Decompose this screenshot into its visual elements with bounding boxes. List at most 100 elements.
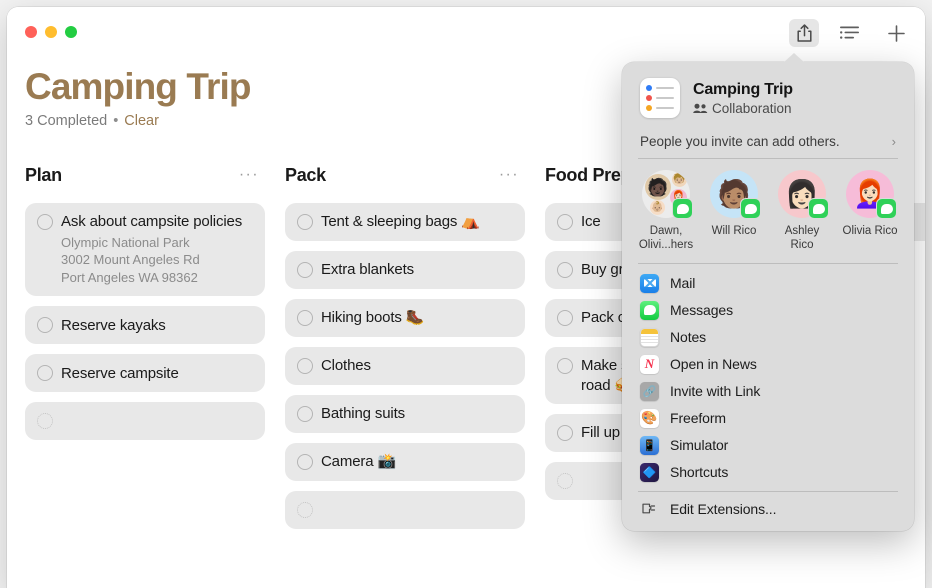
list-view-icon [840, 26, 859, 39]
mail-icon [640, 273, 659, 293]
column-more-button[interactable]: ··· [239, 167, 259, 183]
complete-circle-icon[interactable] [297, 310, 313, 326]
share-menu-item[interactable]: 📱 Simulator [622, 432, 914, 459]
reminder-row[interactable]: Reserve campsite [25, 354, 265, 393]
reminder-title: Tent & sleeping bags ⛺ [321, 213, 480, 231]
column-title: Food Prep [545, 164, 632, 185]
extensions-icon [640, 499, 659, 518]
reminder-title: Clothes [321, 357, 371, 375]
popover-item-subtitle: Collaboration [712, 100, 792, 116]
traffic-lights [25, 26, 77, 38]
freeform-icon: 🎨 [640, 408, 659, 428]
new-reminder-row[interactable] [25, 402, 265, 441]
close-button[interactable] [25, 26, 37, 38]
column-pack: Pack ··· Tent & sleeping bags ⛺ Extra blank… [285, 162, 545, 588]
complete-circle-icon[interactable] [297, 214, 313, 230]
complete-circle-icon[interactable] [37, 317, 53, 334]
new-reminder-row[interactable] [285, 491, 525, 529]
popover-divider [638, 263, 898, 264]
popover-divider-bottom [638, 490, 898, 492]
screen: Camping Trip 3 Completed • Clear Plan ···… [0, 0, 932, 588]
complete-circle-icon[interactable] [297, 262, 313, 278]
reminder-row[interactable]: Camera 📸 [285, 443, 525, 481]
people-row: 🧑🏿 🧒🏼 👩🏻‍🦰 👶🏼 Dawn, Olivi...hers 🧑🏽 Will Rico 👩… [622, 159, 914, 258]
share-menu-label: Open in News [670, 356, 757, 373]
share-menu-list: Mail Messages Notes N Open in News 🔗 Invite wi… [622, 268, 914, 486]
share-menu-item[interactable]: Notes [622, 324, 914, 351]
reminder-title: Ask about campsite policies [61, 213, 243, 230]
share-menu-item[interactable]: Mail [622, 270, 914, 297]
reminder-row[interactable]: Clothes [285, 347, 525, 385]
page-title: Camping Trip [25, 66, 252, 107]
reminders-app-icon [640, 78, 680, 118]
complete-circle-icon[interactable] [297, 406, 313, 422]
popover-header: Camping Trip Collaboration [622, 72, 914, 122]
share-popover: Camping Trip Collaboration People you in… [622, 53, 914, 532]
complete-circle-icon[interactable] [297, 358, 313, 374]
news-icon: N [640, 354, 659, 374]
permission-row[interactable]: People you invite can add others. › [638, 131, 898, 159]
complete-circle-icon[interactable] [557, 262, 573, 278]
list-header: Camping Trip 3 Completed • Clear [25, 66, 252, 129]
shortcuts-icon: 🔷 [640, 462, 659, 482]
share-menu-item[interactable]: Messages [622, 297, 914, 324]
complete-circle-icon[interactable] [557, 310, 573, 326]
chevron-right-icon: › [891, 134, 896, 149]
share-person[interactable]: 🧑🏽 Will Rico [700, 170, 768, 252]
person-name: Dawn, Olivi...hers [638, 225, 694, 252]
share-person[interactable]: 👩🏻‍🦰 Olivia Rico [836, 170, 904, 252]
completed-count: 3 Completed [25, 113, 108, 130]
reminder-title: Camera 📸 [321, 453, 396, 471]
edit-extensions-label: Edit Extensions... [670, 500, 777, 517]
complete-circle-icon[interactable] [297, 454, 313, 470]
simulator-icon: 📱 [640, 435, 659, 455]
messages-badge-icon [876, 198, 897, 219]
toolbar [789, 19, 911, 47]
complete-circle-icon[interactable] [557, 214, 573, 230]
complete-circle-icon[interactable] [37, 365, 53, 382]
complete-circle-icon[interactable] [557, 473, 573, 489]
complete-circle-icon[interactable] [297, 502, 313, 518]
notes-icon [640, 327, 659, 347]
share-menu-item[interactable]: 🔷 Shortcuts [622, 459, 914, 486]
list-subtitle: 3 Completed • Clear [25, 113, 251, 129]
reminder-row[interactable]: Ask about campsite policies Olympic Natio… [25, 203, 265, 297]
clear-completed-link[interactable]: Clear [124, 113, 159, 129]
reminder-row[interactable]: Extra blankets [285, 251, 525, 289]
share-menu-label: Mail [670, 275, 696, 292]
messages-icon [640, 300, 659, 320]
messages-badge-icon [808, 198, 829, 219]
person-name: Will Rico [711, 225, 757, 237]
add-reminder-button[interactable] [881, 19, 911, 47]
reminder-row[interactable]: Bathing suits [285, 395, 525, 433]
edit-extensions-item[interactable]: Edit Extensions... [622, 495, 914, 522]
messages-badge-icon [740, 198, 761, 219]
complete-circle-icon[interactable] [557, 358, 573, 374]
link-icon: 🔗 [640, 381, 659, 401]
share-menu-item[interactable]: 🔗 Invite with Link [622, 378, 914, 405]
complete-circle-icon[interactable] [37, 214, 53, 230]
plus-icon [887, 24, 905, 42]
zoom-button[interactable] [65, 26, 77, 38]
share-person[interactable]: 👩🏻 Ashley Rico [768, 170, 836, 252]
reminder-title: Bathing suits [321, 405, 405, 423]
share-menu-label: Freeform [670, 410, 726, 427]
share-person[interactable]: 🧑🏿 🧒🏼 👩🏻‍🦰 👶🏼 Dawn, Olivi...hers [632, 170, 700, 252]
share-button[interactable] [789, 19, 819, 47]
reminder-row[interactable]: Hiking boots 🥾 [285, 299, 525, 337]
share-menu-item[interactable]: 🎨 Freeform [622, 405, 914, 432]
messages-badge-icon [672, 198, 693, 219]
column-more-button[interactable]: ··· [499, 167, 519, 183]
reminder-row[interactable]: Reserve kayaks [25, 306, 265, 345]
complete-circle-icon[interactable] [37, 413, 53, 430]
share-menu-label: Messages [670, 302, 734, 319]
popover-item-title: Camping Trip [693, 80, 793, 98]
column-plan: Plan ··· Ask about campsite policies Olympi… [25, 162, 285, 588]
subtitle-separator: • [113, 113, 119, 130]
complete-circle-icon[interactable] [557, 425, 573, 441]
reminder-row[interactable]: Tent & sleeping bags ⛺ [285, 203, 525, 241]
person-name: Ashley Rico [784, 225, 820, 252]
minimize-button[interactable] [45, 26, 57, 38]
view-options-button[interactable] [835, 19, 865, 47]
share-menu-item[interactable]: N Open in News [622, 351, 914, 378]
